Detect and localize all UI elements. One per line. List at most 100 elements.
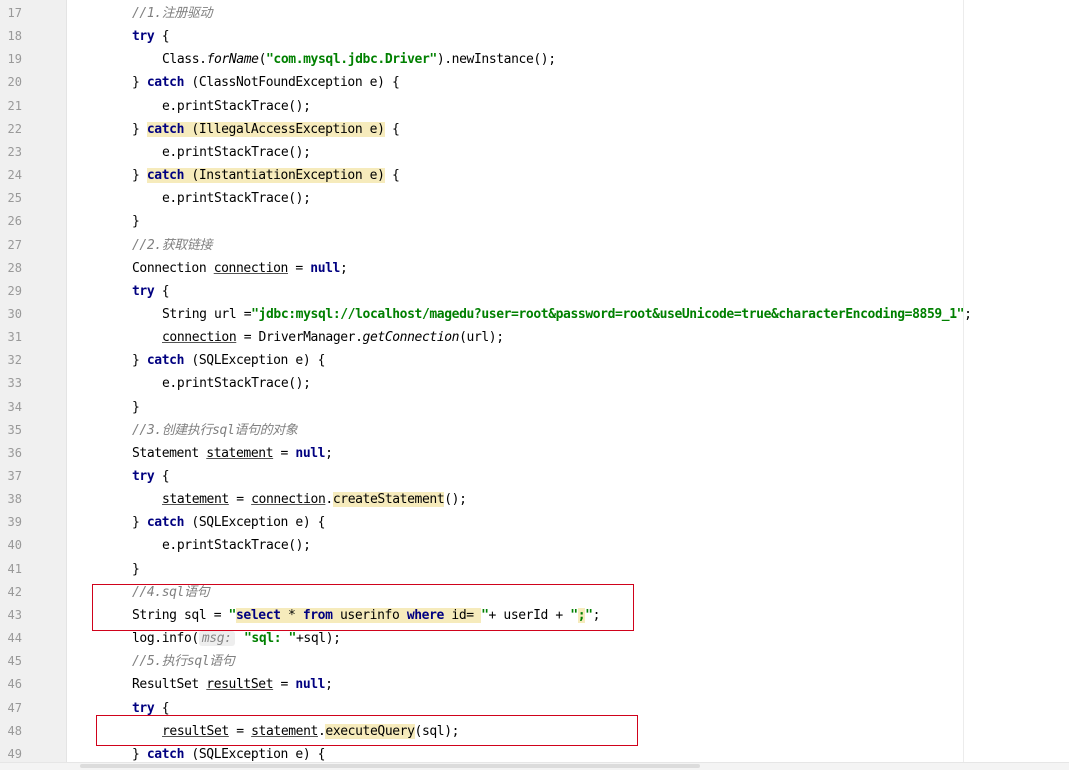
line-number: 22 [7,121,22,136]
code-line[interactable]: 29 try { [0,280,1069,303]
code-line[interactable]: 20} catch (ClassNotFoundException e) { [0,71,1069,94]
line-number: 48 [7,723,22,738]
code-token: } [132,561,140,577]
code-line[interactable]: 21 e.printStackTrace(); [0,95,1069,118]
code-line[interactable]: 32 } catch (SQLException e) { [0,349,1069,372]
code-text: try { [132,280,170,303]
code-line[interactable]: 17 //1.注册驱动 [0,2,1069,25]
code-token: } [132,399,140,415]
code-text: e.printStackTrace(); [162,372,311,395]
code-token: try [132,700,155,716]
line-number: 44 [7,631,22,646]
line-number: 46 [7,677,22,692]
line-number: 41 [7,561,22,576]
line-number: 31 [7,330,22,345]
code-token: catch [146,353,185,369]
code-token: statement [206,445,274,461]
code-token: "jdbc:mysql://localhost/magedu?user=root… [251,306,965,322]
code-text: Statement statement = null; [132,442,333,465]
code-token: (InstantiationException e) [184,168,385,184]
code-token: (SQLException e) { [184,515,326,531]
line-number: 45 [7,654,22,669]
code-token: } [132,214,140,230]
line-number: 40 [7,538,22,553]
code-text: } catch (InstantiationException e) { [132,164,400,187]
code-token: (url); [459,330,504,346]
code-line[interactable]: 19 Class.forName("com.mysql.jdbc.Driver")… [0,48,1069,71]
line-number: 20 [7,75,22,90]
code-token: } [132,746,147,762]
code-line[interactable]: 27 //2.获取链接 [0,234,1069,257]
code-line[interactable]: 33 e.printStackTrace(); [0,372,1069,395]
code-text: try { [132,465,170,488]
line-number: 39 [7,515,22,530]
code-token: createStatement [332,492,445,508]
line-number: 32 [7,353,22,368]
code-line[interactable]: 28 Connection connection = null; [0,257,1069,280]
code-text: e.printStackTrace(); [162,141,311,164]
code-text: try { [132,25,170,48]
code-text: Class.forName("com.mysql.jdbc.Driver").n… [162,48,556,71]
line-number: 37 [7,469,22,483]
code-line[interactable]: 46 ResultSet resultSet = null; [0,673,1069,696]
scrollbar-thumb[interactable] [80,764,700,768]
line-number: 23 [7,144,22,159]
code-line[interactable]: 41} [0,558,1069,581]
code-text: //1.注册驱动 [132,2,213,25]
line-number: 42 [7,584,22,599]
code-text: ResultSet resultSet = null; [132,673,333,696]
line-number: 24 [7,168,22,183]
code-token: e.printStackTrace(); [162,98,311,114]
code-token: connection [213,260,289,276]
code-text: } [132,210,140,233]
code-line[interactable]: 18 try { [0,25,1069,48]
code-token: catch [146,168,184,184]
code-line[interactable]: 36 Statement statement = null; [0,442,1069,465]
code-line[interactable]: 38 statement = connection.createStatement… [0,488,1069,511]
code-line[interactable]: 40 e.printStackTrace(); [0,534,1069,557]
code-token: "com.mysql.jdbc.Driver" [266,52,437,68]
line-number: 18 [7,29,22,44]
code-token: //5.执行sql语句 [132,654,235,670]
line-number: 17 [7,6,22,20]
code-token: } [132,515,147,531]
code-token: = [228,492,252,508]
code-token: } [132,75,147,91]
code-line[interactable]: 37 try { [0,465,1069,488]
code-line[interactable]: 23 e.printStackTrace(); [0,141,1069,164]
code-token: { [384,121,400,137]
code-token: (IllegalAccessException e) [184,121,385,137]
annotation-box-sql-statement [92,584,634,631]
code-token: null [310,260,340,276]
code-text: } catch (SQLException e) { [132,349,326,372]
code-token: (); [444,492,467,508]
code-text: //3.创建执行sql语句的对象 [132,419,298,442]
code-line[interactable]: 24 } catch (InstantiationException e) { [0,164,1069,187]
code-token: { [154,29,170,45]
code-token: log.info( [132,631,199,647]
line-number: 29 [7,283,22,298]
code-line[interactable]: 26} [0,210,1069,233]
code-token: e.printStackTrace(); [162,376,311,392]
code-token: ( [258,52,267,68]
code-text: //2.获取链接 [132,234,213,257]
code-line[interactable]: 34} [0,396,1069,419]
code-token: ; [325,445,333,461]
code-text: //5.执行sql语句 [132,650,235,673]
code-line[interactable]: 25 e.printStackTrace(); [0,187,1069,210]
code-line[interactable]: 22} catch (IllegalAccessException e) { [0,118,1069,141]
code-line[interactable]: 30 String url ="jdbc:mysql://localhost/ma… [0,303,1069,326]
code-text: } [132,558,140,581]
line-number: 30 [7,306,22,321]
code-token: //1.注册驱动 [132,6,213,21]
code-line[interactable]: 39} catch (SQLException e) { [0,511,1069,534]
code-token: catch [146,515,185,531]
code-token: e.printStackTrace(); [162,538,311,554]
code-token: { [154,700,170,716]
code-line[interactable]: 31 connection = DriverManager.getConnecti… [0,326,1069,349]
code-line[interactable]: 35 //3.创建执行sql语句的对象 [0,419,1069,442]
line-number: 43 [7,607,22,622]
code-line[interactable]: 45 //5.执行sql语句 [0,650,1069,673]
code-token: ; [339,260,348,276]
code-token: = DriverManager. [236,330,363,346]
